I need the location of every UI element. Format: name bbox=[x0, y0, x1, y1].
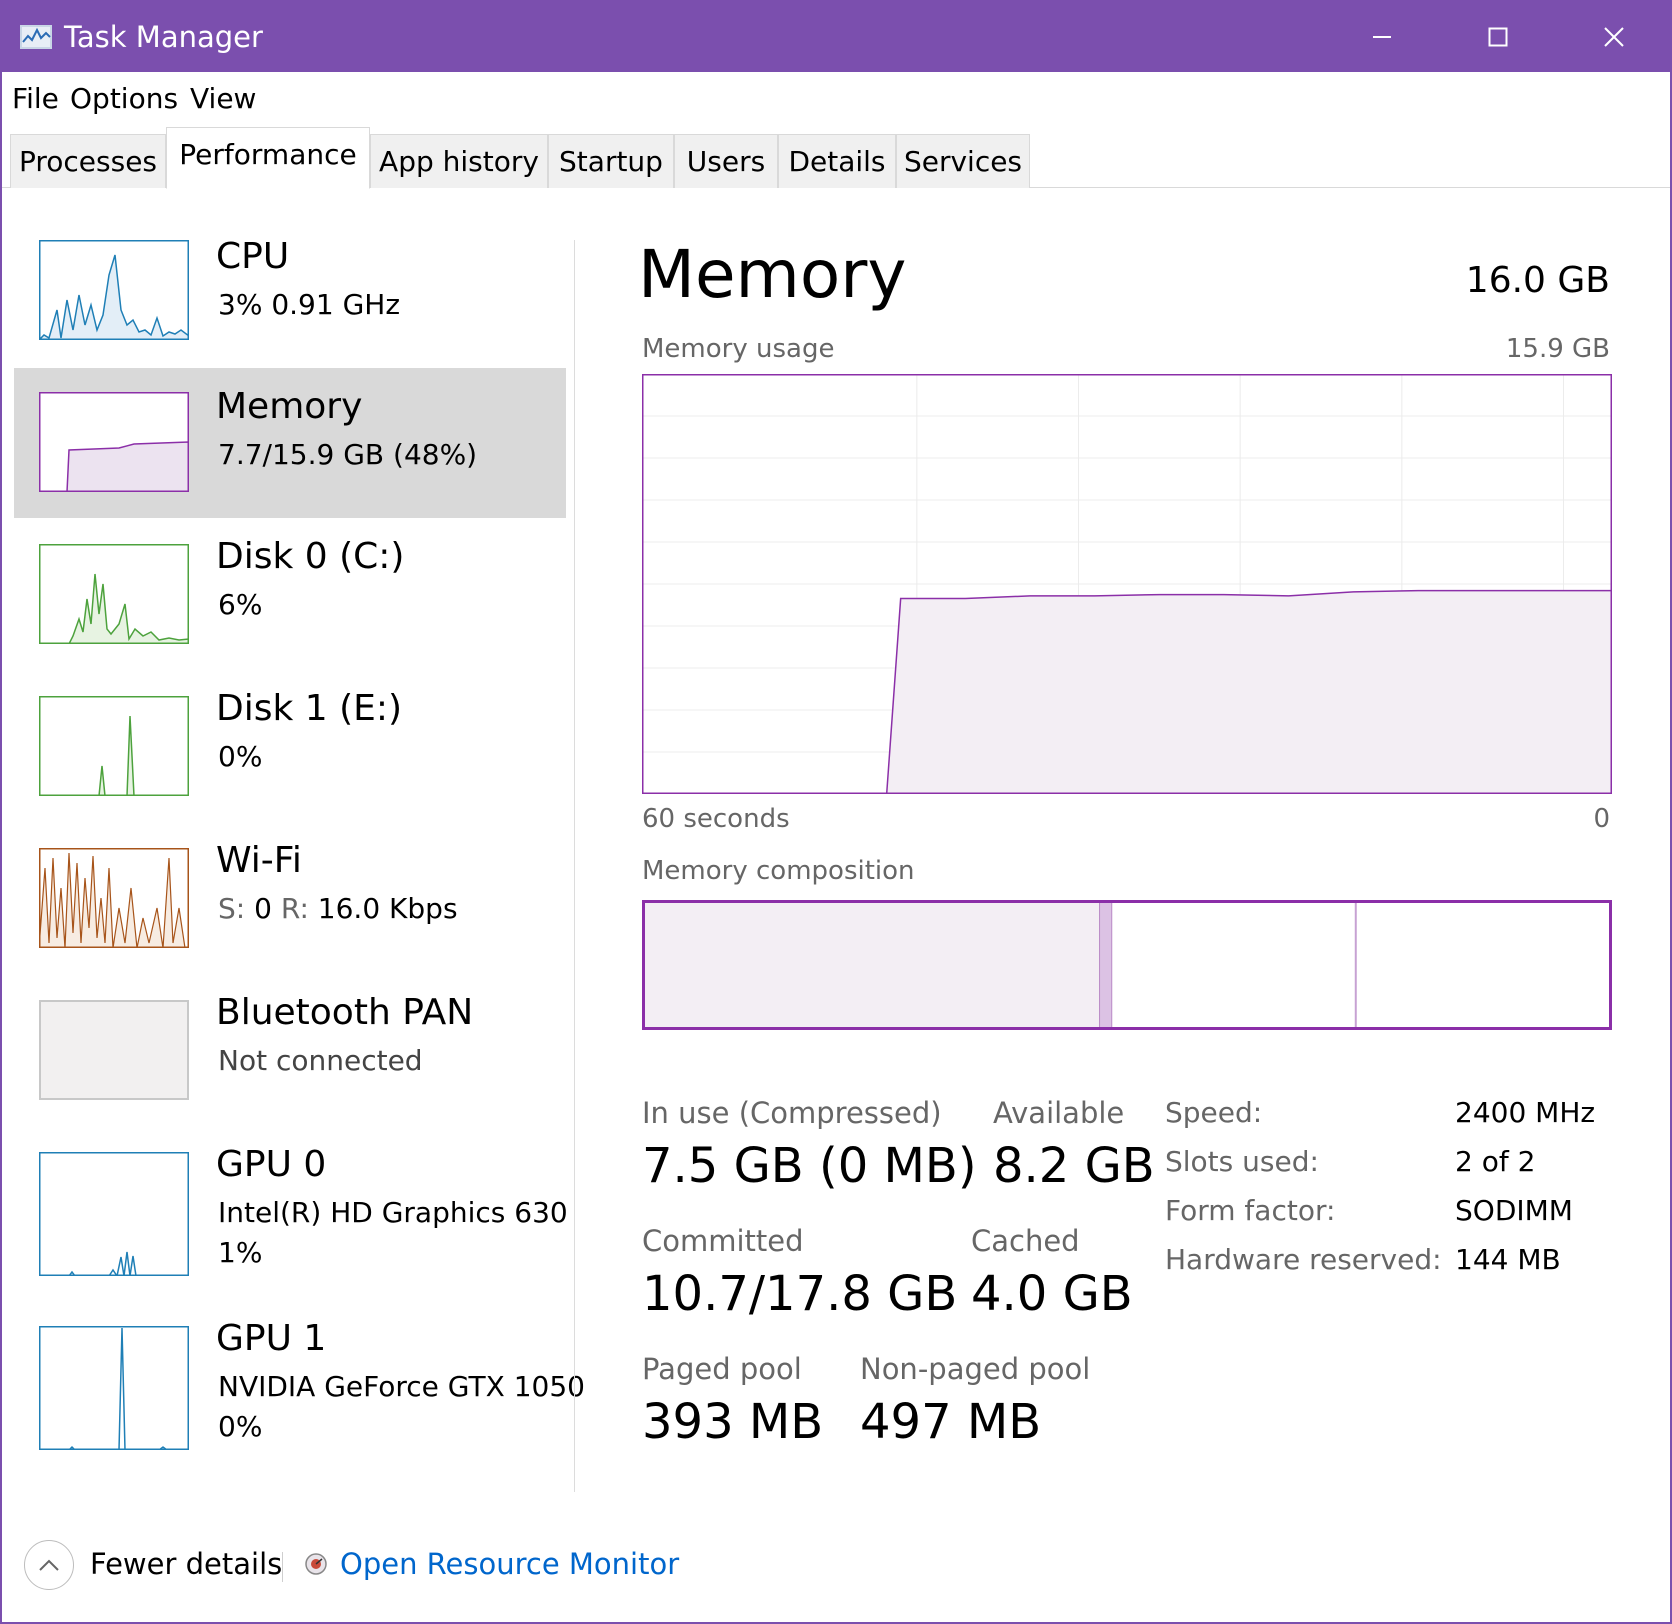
disk1-thumbnail-graph bbox=[39, 696, 189, 796]
committed-label: Committed bbox=[642, 1224, 804, 1258]
sidebar-item-disk1[interactable]: Disk 1 (E:) 0% bbox=[14, 676, 566, 826]
wifi-send-label: S: bbox=[218, 892, 246, 925]
memory-usage-max: 15.9 GB bbox=[1505, 334, 1610, 364]
paged-pool-label: Paged pool bbox=[642, 1352, 802, 1386]
title-bar[interactable]: Task Manager bbox=[2, 2, 1670, 72]
in-use-label: In use (Compressed) bbox=[642, 1096, 942, 1130]
wifi-send-value: 0 bbox=[254, 892, 272, 925]
cpu-label: CPU bbox=[216, 236, 290, 277]
sidebar-item-gpu1[interactable]: GPU 1 NVIDIA GeForce GTX 1050 0% bbox=[14, 1306, 585, 1466]
cpu-usage-text: 3% 0.91 GHz bbox=[218, 288, 401, 321]
available-label: Available bbox=[993, 1096, 1125, 1130]
tab-details[interactable]: Details bbox=[778, 134, 896, 188]
slots-used-label: Slots used: bbox=[1165, 1145, 1319, 1178]
composition-modified bbox=[1099, 900, 1113, 1030]
total-memory: 16.0 GB bbox=[1465, 260, 1610, 301]
footer-separator bbox=[282, 1552, 283, 1582]
disk1-usage-text: 0% bbox=[218, 740, 263, 773]
memory-composition-bar bbox=[642, 900, 1612, 1030]
non-paged-pool-value: 497 MB bbox=[860, 1394, 1042, 1450]
in-use-value: 7.5 GB (0 MB) bbox=[642, 1138, 977, 1194]
menu-view[interactable]: View bbox=[190, 82, 256, 115]
gpu1-model: NVIDIA GeForce GTX 1050 bbox=[218, 1370, 585, 1403]
minimize-icon bbox=[1373, 36, 1391, 38]
wifi-recv-value: 16.0 Kbps bbox=[317, 892, 458, 925]
memory-thumbnail-graph bbox=[39, 392, 189, 492]
tab-bar: Processes Performance App history Startu… bbox=[2, 122, 1670, 189]
slots-used-value: 2 of 2 bbox=[1455, 1145, 1536, 1178]
memory-composition-label: Memory composition bbox=[642, 856, 915, 886]
tab-services[interactable]: Services bbox=[896, 134, 1030, 188]
memory-usage-area bbox=[886, 590, 1612, 794]
form-factor-label: Form factor: bbox=[1165, 1194, 1336, 1227]
disk1-label: Disk 1 (E:) bbox=[216, 688, 403, 729]
minimize-button[interactable] bbox=[1324, 2, 1440, 72]
hardware-reserved-label: Hardware reserved: bbox=[1165, 1243, 1442, 1276]
paged-pool-value: 393 MB bbox=[642, 1394, 824, 1450]
window-title: Task Manager bbox=[64, 20, 263, 54]
memory-usage-text: 7.7/15.9 GB (48%) bbox=[218, 438, 478, 471]
wifi-recv-label: R: bbox=[280, 892, 309, 925]
close-button[interactable] bbox=[1556, 2, 1672, 72]
tab-app-history[interactable]: App history bbox=[370, 134, 548, 188]
page-title: Memory bbox=[638, 236, 907, 313]
tab-users[interactable]: Users bbox=[674, 134, 778, 188]
menu-bar: File Options View bbox=[2, 72, 1670, 122]
menu-options[interactable]: Options bbox=[70, 82, 178, 115]
bluetooth-thumbnail-graph bbox=[39, 1000, 189, 1100]
disk0-thumbnail-graph bbox=[39, 544, 189, 644]
fewer-details-link[interactable]: Fewer details bbox=[90, 1547, 282, 1581]
open-resource-monitor-link[interactable]: Open Resource Monitor bbox=[340, 1547, 679, 1581]
tab-performance[interactable]: Performance bbox=[166, 127, 370, 189]
speed-value: 2400 MHz bbox=[1455, 1096, 1596, 1129]
sidebar-item-bluetooth-pan[interactable]: Bluetooth PAN Not connected bbox=[14, 980, 566, 1130]
gpu1-usage-text: 0% bbox=[218, 1410, 263, 1443]
gpu0-label: GPU 0 bbox=[216, 1144, 327, 1185]
sidebar-item-cpu[interactable]: CPU 3% 0.91 GHz bbox=[14, 224, 566, 374]
x-axis-left-label: 60 seconds bbox=[642, 804, 790, 834]
disk0-usage-text: 6% bbox=[218, 588, 263, 621]
sidebar-item-wifi[interactable]: Wi-Fi S: 0 R: 16.0 Kbps bbox=[14, 828, 566, 978]
maximize-icon bbox=[1488, 27, 1508, 47]
sidebar-item-gpu0[interactable]: GPU 0 Intel(R) HD Graphics 630 1% bbox=[14, 1132, 568, 1292]
gpu0-thumbnail-graph bbox=[39, 1152, 189, 1276]
form-factor-value: SODIMM bbox=[1455, 1194, 1573, 1227]
gpu0-usage-text: 1% bbox=[218, 1236, 263, 1269]
menu-file[interactable]: File bbox=[12, 82, 59, 115]
fewer-details-button[interactable] bbox=[24, 1540, 74, 1590]
gpu1-thumbnail-graph bbox=[39, 1326, 189, 1450]
chevron-up-icon bbox=[39, 1559, 59, 1571]
composition-in-use bbox=[642, 900, 1100, 1030]
wifi-label: Wi-Fi bbox=[216, 840, 302, 881]
resource-monitor-icon bbox=[305, 1553, 327, 1575]
tab-startup[interactable]: Startup bbox=[548, 134, 674, 188]
gpu1-label: GPU 1 bbox=[216, 1318, 327, 1359]
sidebar-item-memory[interactable]: Memory 7.7/15.9 GB (48%) bbox=[14, 368, 566, 518]
tab-processes[interactable]: Processes bbox=[10, 134, 166, 188]
gpu0-model: Intel(R) HD Graphics 630 bbox=[218, 1196, 568, 1229]
non-paged-pool-label: Non-paged pool bbox=[860, 1352, 1091, 1386]
cached-value: 4.0 GB bbox=[971, 1266, 1133, 1322]
wifi-throughput: S: 0 R: 16.0 Kbps bbox=[218, 892, 458, 925]
available-value: 8.2 GB bbox=[993, 1138, 1155, 1194]
cached-label: Cached bbox=[971, 1224, 1080, 1258]
committed-value: 10.7/17.8 GB bbox=[642, 1266, 958, 1322]
task-manager-icon bbox=[20, 25, 52, 49]
sidebar-item-disk0[interactable]: Disk 0 (C:) 6% bbox=[14, 524, 566, 674]
close-icon bbox=[1604, 27, 1624, 47]
x-axis-right-label: 0 bbox=[1593, 804, 1610, 834]
cpu-thumbnail-graph bbox=[39, 240, 189, 340]
maximize-button[interactable] bbox=[1440, 2, 1556, 72]
memory-label: Memory bbox=[216, 386, 363, 427]
speed-label: Speed: bbox=[1165, 1096, 1263, 1129]
disk0-label: Disk 0 (C:) bbox=[216, 536, 405, 577]
hardware-reserved-value: 144 MB bbox=[1455, 1243, 1561, 1276]
sidebar-divider bbox=[574, 240, 575, 1492]
bluetooth-label: Bluetooth PAN bbox=[216, 992, 474, 1033]
wifi-thumbnail-graph bbox=[39, 848, 189, 948]
memory-usage-label: Memory usage bbox=[642, 334, 835, 364]
task-manager-window: Task Manager File Options View Processes… bbox=[0, 0, 1672, 1624]
bluetooth-status: Not connected bbox=[218, 1044, 423, 1077]
memory-usage-graph bbox=[642, 374, 1612, 794]
